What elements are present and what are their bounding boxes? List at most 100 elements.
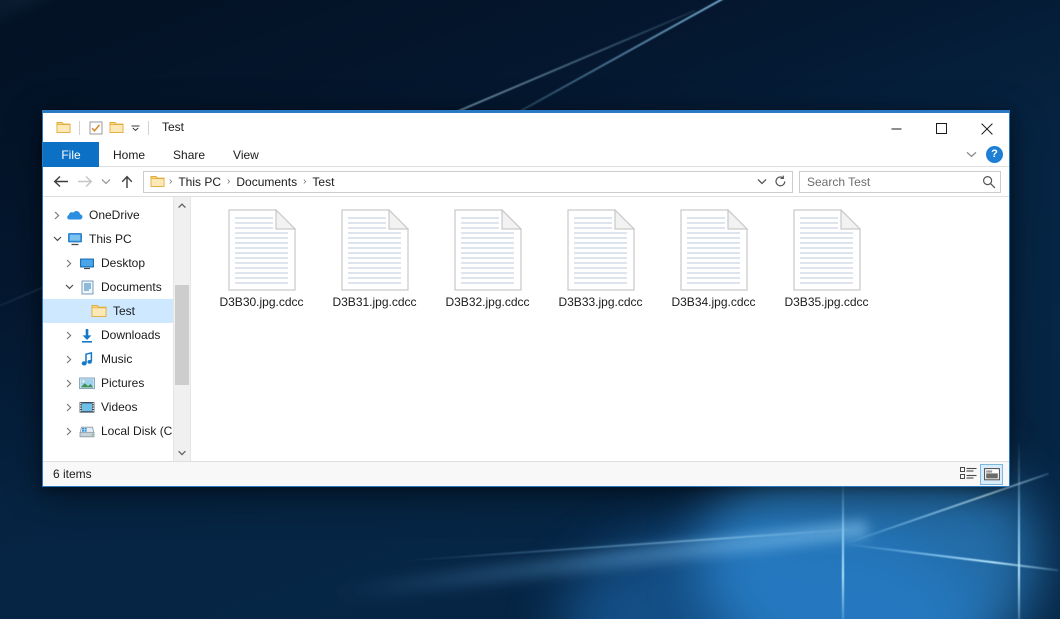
sidebar-item-desktop[interactable]: Desktop — [43, 251, 190, 275]
scroll-up-arrow-icon[interactable] — [174, 197, 190, 214]
breadcrumb: › This PC › Documents › Test — [168, 172, 752, 192]
recent-locations-button[interactable] — [97, 170, 115, 194]
file-name-label: D3B34.jpg.cdcc — [671, 295, 755, 309]
address-bar-row: › This PC › Documents › Test — [43, 167, 1009, 196]
sidebar-item-documents[interactable]: Documents — [43, 275, 190, 299]
wallpaper-pane-vertical-1 — [842, 464, 844, 619]
sidebar-item-onedrive[interactable]: OneDrive — [43, 203, 190, 227]
forward-button — [73, 170, 97, 194]
sidebar-item-label: Documents — [97, 280, 162, 294]
scrollbar-thumb[interactable] — [175, 285, 189, 385]
navigation-scrollbar[interactable] — [173, 197, 190, 461]
refresh-icon[interactable] — [771, 172, 790, 192]
maximize-button[interactable] — [919, 113, 964, 144]
window-body: OneDrive — [43, 196, 1009, 461]
chevron-right-icon[interactable] — [61, 355, 77, 364]
folder-icon-address — [148, 175, 168, 188]
sidebar-item-music[interactable]: Music — [43, 347, 190, 371]
file-list-view[interactable]: D3B30.jpg.cdcc — [191, 197, 1009, 461]
sidebar-item-downloads[interactable]: Downloads — [43, 323, 190, 347]
sidebar-item-label: Downloads — [97, 328, 160, 342]
file-item[interactable]: D3B32.jpg.cdcc — [431, 207, 544, 327]
file-explorer-window: Test File Home Share View — [42, 110, 1010, 487]
title-bar[interactable]: Test — [43, 111, 1009, 142]
file-item[interactable]: D3B34.jpg.cdcc — [657, 207, 770, 327]
help-icon[interactable]: ? — [986, 146, 1003, 163]
tab-share[interactable]: Share — [159, 142, 219, 167]
chevron-right-icon[interactable] — [61, 259, 77, 268]
tab-home[interactable]: Home — [99, 142, 159, 167]
chevron-right-icon[interactable] — [61, 403, 77, 412]
file-name-label: D3B33.jpg.cdcc — [558, 295, 642, 309]
folder-tree: OneDrive — [43, 197, 190, 443]
generic-file-icon — [680, 209, 748, 291]
quick-access-toolbar — [43, 113, 154, 142]
minimize-button[interactable] — [874, 113, 919, 144]
file-item[interactable]: D3B30.jpg.cdcc — [205, 207, 318, 327]
properties-icon[interactable] — [85, 117, 106, 138]
window-title: Test — [162, 112, 184, 143]
chevron-down-icon-tree[interactable] — [61, 284, 77, 290]
file-name-label: D3B30.jpg.cdcc — [219, 295, 303, 309]
ribbon-tabs: File Home Share View ? — [43, 142, 1009, 167]
file-grid: D3B30.jpg.cdcc — [205, 207, 1009, 327]
ribbon-controls: ? — [963, 142, 1003, 167]
generic-file-icon — [567, 209, 635, 291]
window-controls — [874, 113, 1009, 144]
address-bar-actions — [752, 172, 790, 192]
status-bar: 6 items — [43, 461, 1009, 486]
desktop-icon — [77, 257, 97, 270]
sidebar-item-this-pc[interactable]: This PC — [43, 227, 190, 251]
item-count-label: 6 items — [53, 467, 92, 481]
up-button[interactable] — [115, 170, 139, 194]
folder-icon — [89, 304, 109, 318]
tab-file[interactable]: File — [43, 142, 99, 167]
tab-view[interactable]: View — [219, 142, 273, 167]
file-item[interactable]: D3B35.jpg.cdcc — [770, 207, 883, 327]
scroll-down-arrow-icon[interactable] — [174, 444, 190, 461]
documents-icon — [77, 280, 97, 295]
this-pc-icon — [65, 232, 85, 246]
file-item[interactable]: D3B31.jpg.cdcc — [318, 207, 431, 327]
downloads-icon — [77, 328, 97, 343]
sidebar-item-label: Pictures — [97, 376, 144, 390]
navigation-pane: OneDrive — [43, 197, 191, 461]
chevron-right-icon[interactable] — [49, 211, 65, 220]
breadcrumb-item-this-pc[interactable]: This PC — [173, 172, 226, 192]
file-name-label: D3B32.jpg.cdcc — [445, 295, 529, 309]
onedrive-icon — [65, 209, 85, 221]
file-name-label: D3B31.jpg.cdcc — [332, 295, 416, 309]
chevron-right-icon[interactable] — [61, 379, 77, 388]
breadcrumb-item-test[interactable]: Test — [307, 172, 339, 192]
toolbar-separator-2 — [148, 121, 149, 135]
chevron-down-icon-ribbon[interactable] — [963, 146, 980, 163]
chevron-down-icon-address[interactable] — [752, 172, 771, 192]
folder-icon[interactable] — [53, 117, 74, 138]
chevron-down-icon-tree[interactable] — [49, 236, 65, 242]
sidebar-item-label: Music — [97, 352, 132, 366]
generic-file-icon — [793, 209, 861, 291]
sidebar-item-videos[interactable]: Videos — [43, 395, 190, 419]
sidebar-item-label: Test — [109, 304, 135, 318]
generic-file-icon — [341, 209, 409, 291]
sidebar-item-local-disk-c[interactable]: Local Disk (C:) — [43, 419, 190, 443]
chevron-right-icon[interactable] — [61, 331, 77, 340]
sidebar-item-label: Videos — [97, 400, 137, 414]
close-button[interactable] — [964, 113, 1009, 144]
search-icon[interactable] — [982, 175, 996, 189]
pictures-icon — [77, 377, 97, 390]
file-item[interactable]: D3B33.jpg.cdcc — [544, 207, 657, 327]
search-input[interactable]: Search Test — [799, 171, 1001, 193]
back-button[interactable] — [49, 170, 73, 194]
sidebar-item-pictures[interactable]: Pictures — [43, 371, 190, 395]
sidebar-item-label: Desktop — [97, 256, 145, 270]
sidebar-item-test[interactable]: Test — [43, 299, 190, 323]
large-icons-view-button[interactable] — [980, 464, 1003, 485]
sidebar-item-label: OneDrive — [85, 208, 140, 222]
new-folder-icon[interactable] — [106, 117, 127, 138]
chevron-right-icon[interactable] — [61, 427, 77, 436]
chevron-down-icon[interactable] — [127, 117, 143, 138]
details-view-button[interactable] — [957, 464, 980, 485]
address-bar[interactable]: › This PC › Documents › Test — [143, 171, 793, 193]
breadcrumb-item-documents[interactable]: Documents — [231, 172, 302, 192]
